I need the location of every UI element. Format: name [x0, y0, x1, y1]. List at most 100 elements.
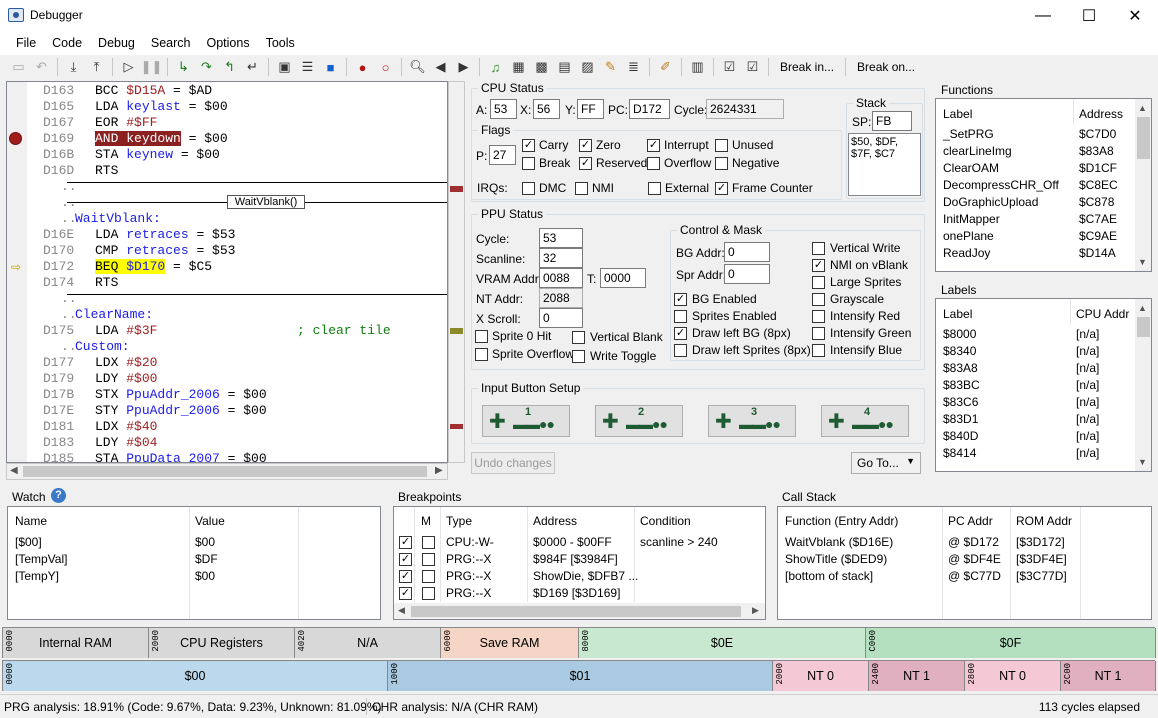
scroll-down-icon[interactable]: ▼: [1138, 257, 1147, 267]
sp-input[interactable]: FB: [872, 111, 912, 131]
code-line[interactable]: D172 BEQ $D170 = $C5: [7, 259, 447, 275]
minimize-button[interactable]: —: [1020, 0, 1066, 31]
flag-overflow-checkbox[interactable]: [647, 157, 660, 170]
maximize-button[interactable]: ☐: [1066, 0, 1112, 31]
mask-left-checkbox[interactable]: ✓: [674, 327, 687, 340]
import-icon[interactable]: ⤓: [63, 57, 84, 77]
edit-icon[interactable]: ✐: [655, 57, 676, 77]
vram-addr-input[interactable]: 0088: [539, 268, 583, 288]
forward-icon[interactable]: ▶: [453, 57, 474, 77]
bp-mark-checkbox[interactable]: [422, 536, 435, 549]
scroll-left-icon[interactable]: ◀: [10, 465, 18, 476]
watch-list[interactable]: Name Value [$00] $00 [TempVal] $DF [TempY] $0…: [7, 506, 381, 620]
breakpoint-icon[interactable]: [9, 132, 22, 145]
control-right-checkbox[interactable]: [812, 327, 825, 340]
callstack-list[interactable]: Function (Entry Addr) PC Addr ROM Addr W…: [777, 506, 1152, 620]
script-icon[interactable]: ✎: [600, 57, 621, 77]
go-to-button[interactable]: Go To... ▼: [851, 452, 921, 474]
bg-addr-input[interactable]: 0: [724, 242, 770, 262]
bp-col-condition[interactable]: Condition: [640, 514, 691, 528]
irq-dmc-checkbox[interactable]: [522, 182, 535, 195]
scroll-up-icon[interactable]: ▲: [1138, 303, 1147, 313]
disable-breakpoint-icon[interactable]: ○: [375, 57, 396, 77]
code-line[interactable]: D177 LDX #$20: [7, 355, 447, 371]
functions-col-address[interactable]: Address: [1079, 107, 1123, 121]
functions-list[interactable]: Label Address ▲ ▼ _SetPRG $C7D0 clearLineI…: [935, 98, 1152, 272]
code-line[interactable]: D174 RTS: [7, 275, 447, 291]
control-right-checkbox[interactable]: [812, 242, 825, 255]
code-line[interactable]: D181 LDX #$40: [7, 419, 447, 435]
cs-col-rom[interactable]: ROM Addr: [1016, 514, 1072, 528]
code-line[interactable]: D163 BCC $D15A = $AD: [7, 83, 447, 99]
code-line[interactable]: .. Custom:: [7, 339, 447, 355]
functions-col-label[interactable]: Label: [943, 107, 972, 121]
bp-col-address[interactable]: Address: [533, 514, 577, 528]
cs-col-function[interactable]: Function (Entry Addr): [785, 514, 898, 528]
functions-scrollbar[interactable]: ▲ ▼: [1135, 99, 1151, 271]
code-line[interactable]: D185 STA PpuData_2007 = $00: [7, 451, 447, 462]
controller-1-button[interactable]: ✚ 1 ▬▬●●: [482, 405, 570, 437]
sprite0hit-checkbox[interactable]: [475, 330, 488, 343]
menu-code[interactable]: Code: [44, 36, 90, 50]
bp-col-type[interactable]: Type: [446, 514, 472, 528]
irq-frame-counter-checkbox[interactable]: ✓: [715, 182, 728, 195]
bp-enabled-checkbox[interactable]: ✓: [399, 570, 412, 583]
export-icon[interactable]: ⤒: [86, 57, 107, 77]
watch-col-value[interactable]: Value: [195, 514, 225, 528]
apu-viewer-icon[interactable]: ♫: [485, 57, 506, 77]
sprite-overflow-checkbox[interactable]: [475, 348, 488, 361]
labels-col-cpuaddr[interactable]: CPU Addr: [1076, 307, 1129, 321]
watch-col-name[interactable]: Name: [15, 514, 47, 528]
code-line[interactable]: D179 LDY #$00: [7, 371, 447, 387]
disassembly-view[interactable]: D163 BCC $D15A = $AD D165 LDA keylast = $00…: [6, 81, 448, 463]
write-toggle-checkbox[interactable]: [572, 350, 585, 363]
code-line[interactable]: D169 AND keydown = $00: [7, 131, 447, 147]
t-input[interactable]: 0000: [600, 268, 646, 288]
flag-negative-checkbox[interactable]: [715, 157, 728, 170]
toggle-breakpoint-icon[interactable]: ●: [352, 57, 373, 77]
code-line[interactable]: D165 LDA keylast = $00: [7, 99, 447, 115]
code-line[interactable]: D170 CMP retraces = $53: [7, 243, 447, 259]
help-icon[interactable]: ?: [51, 488, 66, 503]
labels-col-label[interactable]: Label: [943, 307, 972, 321]
control-right-checkbox[interactable]: [812, 276, 825, 289]
control-right-checkbox[interactable]: [812, 293, 825, 306]
code-line[interactable]: D17E STY PpuAddr_2006 = $00: [7, 403, 447, 419]
x-scroll-input[interactable]: 0: [539, 308, 583, 328]
menu-search[interactable]: Search: [143, 36, 199, 50]
flag-interrupt-checkbox[interactable]: ✓: [647, 139, 660, 152]
code-line[interactable]: D16E LDA retraces = $53: [7, 227, 447, 243]
bp-enabled-checkbox[interactable]: ✓: [399, 587, 412, 600]
bp-horizontal-scrollbar[interactable]: ◀ ▶: [394, 603, 765, 619]
irq-nmi-checkbox[interactable]: [575, 182, 588, 195]
code-line[interactable]: D183 LDY #$04: [7, 435, 447, 451]
cs-col-pc[interactable]: PC Addr: [948, 514, 993, 528]
irq-external-checkbox[interactable]: [648, 182, 661, 195]
controller-2-button[interactable]: ✚ 2 ▬▬●●: [595, 405, 683, 437]
code-vertical-scrollbar[interactable]: [448, 81, 465, 463]
bp-enabled-checkbox[interactable]: ✓: [399, 536, 412, 549]
mask-left-checkbox[interactable]: [674, 344, 687, 357]
scroll-up-icon[interactable]: ▲: [1138, 103, 1147, 113]
menu-file[interactable]: File: [8, 36, 44, 50]
scroll-right-icon[interactable]: ▶: [435, 465, 443, 476]
code-line[interactable]: D175 LDA #$3F ; clear tile: [7, 323, 447, 339]
controller-4-button[interactable]: ✚ 4 ▬▬●●: [821, 405, 909, 437]
step-over-icon[interactable]: ↷: [196, 57, 217, 77]
bp-col-m[interactable]: M: [421, 514, 431, 528]
flag-carry-checkbox[interactable]: ✓: [522, 139, 535, 152]
labels-scrollbar[interactable]: ▲ ▼: [1135, 299, 1151, 471]
bp-mark-checkbox[interactable]: [422, 553, 435, 566]
step-into-icon[interactable]: ↳: [173, 57, 194, 77]
continue-icon[interactable]: ▷: [118, 57, 139, 77]
menu-options[interactable]: Options: [199, 36, 258, 50]
flag-reserved-checkbox[interactable]: ✓: [579, 157, 592, 170]
ppu-cycle-input[interactable]: 53: [539, 228, 583, 248]
scroll-down-icon[interactable]: ▼: [1138, 457, 1147, 467]
assembler-icon[interactable]: ▦: [508, 57, 529, 77]
close-button[interactable]: ✕: [1112, 0, 1158, 31]
flag-break-checkbox[interactable]: [522, 157, 535, 170]
trace-logger-icon[interactable]: ≣: [623, 57, 644, 77]
pause-icon[interactable]: ❚❚: [141, 57, 163, 77]
control-right-checkbox[interactable]: [812, 344, 825, 357]
